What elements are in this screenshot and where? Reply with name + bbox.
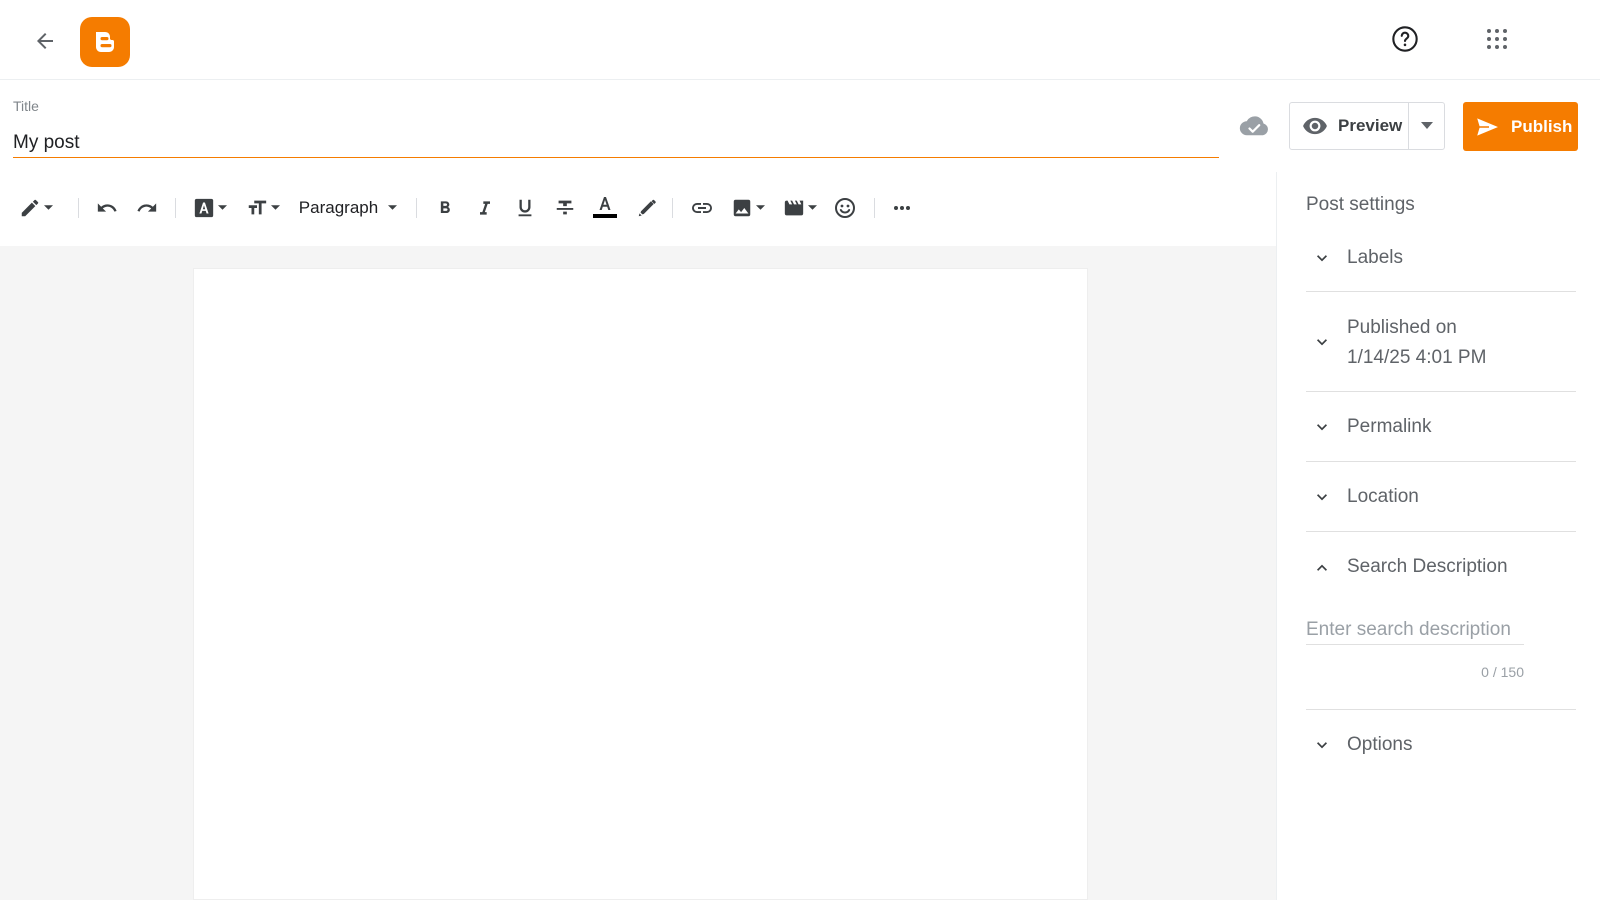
saved-status: [1236, 112, 1272, 140]
post-body-editor[interactable]: [193, 268, 1088, 900]
italic-icon: [480, 201, 490, 215]
font-button[interactable]: [190, 188, 230, 228]
title-input[interactable]: [13, 128, 1219, 158]
insert-image-button[interactable]: [728, 188, 768, 228]
settings-section-labels[interactable]: Labels: [1306, 234, 1576, 292]
post-settings-title: Post settings: [1306, 194, 1415, 215]
caret-down-icon: [218, 205, 227, 210]
more-horizontal-icon: [894, 206, 910, 210]
preview-label: Preview: [1338, 116, 1403, 135]
publish-button[interactable]: Publish: [1463, 102, 1578, 151]
send-icon: [1475, 115, 1501, 138]
help-circle-icon: [1392, 26, 1418, 52]
bold-icon: [440, 201, 450, 213]
chevron-down-icon: [1317, 339, 1327, 346]
toolbar-separator: [78, 198, 79, 218]
caret-down-icon: [388, 205, 398, 210]
preview-button[interactable]: Preview: [1290, 103, 1408, 149]
apps-button[interactable]: [1478, 20, 1516, 58]
insert-video-button[interactable]: [780, 188, 820, 228]
chevron-down-icon: [1317, 255, 1327, 262]
chevron-down-icon: [1317, 742, 1327, 749]
published-on-label: Published on: [1347, 317, 1457, 338]
image-icon: [733, 199, 751, 217]
caret-down-icon: [808, 205, 817, 210]
blogger-logo-icon[interactable]: [80, 17, 130, 67]
underline-button[interactable]: [510, 188, 540, 228]
toolbar-separator: [672, 198, 673, 218]
cloud-check-icon: [1239, 116, 1268, 136]
arrow-left-icon: [37, 33, 53, 49]
title-label: Title: [13, 98, 39, 114]
editor-canvas: [0, 246, 1276, 900]
chevron-up-icon[interactable]: [1312, 558, 1332, 578]
chevron-down-icon: [1317, 494, 1327, 501]
font-icon: [194, 198, 214, 218]
toolbar-separator: [175, 198, 176, 218]
compose-mode-button[interactable]: [14, 188, 58, 228]
undo-button[interactable]: [92, 188, 122, 228]
text-color-button[interactable]: [590, 188, 620, 228]
caret-down-icon: [756, 205, 765, 210]
preview-options-dropdown[interactable]: [1408, 103, 1444, 149]
preview-button-group: Preview: [1289, 102, 1445, 150]
video-icon: [784, 200, 804, 216]
formatting-toolbar: Paragraph: [0, 172, 1276, 246]
title-field: Title: [13, 98, 1219, 158]
toolbar-separator: [416, 198, 417, 218]
emoji-icon: [835, 198, 855, 218]
search-description-char-count: 0 / 150: [1481, 664, 1524, 680]
link-icon: [692, 203, 712, 213]
redo-icon: [137, 203, 157, 212]
apps-grid-icon: [1487, 29, 1507, 49]
permalink-section-label: Permalink: [1347, 416, 1432, 437]
publish-label: Publish: [1511, 116, 1573, 136]
help-button[interactable]: [1386, 20, 1424, 58]
settings-section-options[interactable]: Options: [1306, 710, 1576, 780]
toolbar-separator: [874, 198, 875, 218]
paragraph-style-label: Paragraph: [298, 198, 379, 217]
text-color-icon: [593, 197, 617, 218]
redo-button[interactable]: [132, 188, 162, 228]
search-description-section-label[interactable]: Search Description: [1347, 552, 1508, 582]
text-size-icon: [248, 200, 267, 215]
top-app-bar: [0, 0, 1600, 80]
font-size-button[interactable]: [243, 188, 283, 228]
bold-button[interactable]: [430, 188, 460, 228]
strikethrough-button[interactable]: [550, 188, 580, 228]
more-options-button[interactable]: [886, 188, 918, 228]
italic-button[interactable]: [470, 188, 500, 228]
pencil-icon: [21, 199, 39, 217]
highlight-button[interactable]: [632, 188, 662, 228]
search-description-input[interactable]: [1306, 615, 1524, 645]
options-section-label: Options: [1347, 734, 1413, 755]
undo-icon: [97, 203, 117, 212]
chevron-down-icon: [1317, 424, 1327, 431]
eye-icon: [1303, 117, 1327, 135]
caret-down-icon: [44, 205, 53, 210]
underline-icon: [518, 199, 532, 217]
link-button[interactable]: [686, 188, 718, 228]
back-button[interactable]: [26, 22, 64, 60]
published-date-value: 1/14/25 4:01 PM: [1347, 347, 1487, 368]
strikethrough-icon: [556, 200, 574, 215]
paragraph-style-dropdown[interactable]: Paragraph: [296, 188, 400, 228]
labels-section-label: Labels: [1347, 247, 1403, 268]
settings-section-permalink[interactable]: Permalink: [1306, 392, 1576, 462]
settings-section-published-on[interactable]: Published on 1/14/25 4:01 PM: [1306, 292, 1576, 392]
caret-down-icon: [1420, 122, 1433, 129]
caret-down-icon: [271, 205, 280, 210]
highlighter-icon: [638, 199, 656, 217]
post-settings-panel: Post settings Labels Published on 1/14/2…: [1276, 172, 1600, 900]
location-section-label: Location: [1347, 486, 1419, 507]
insert-emoji-button[interactable]: [829, 188, 861, 228]
settings-section-location[interactable]: Location: [1306, 462, 1576, 532]
